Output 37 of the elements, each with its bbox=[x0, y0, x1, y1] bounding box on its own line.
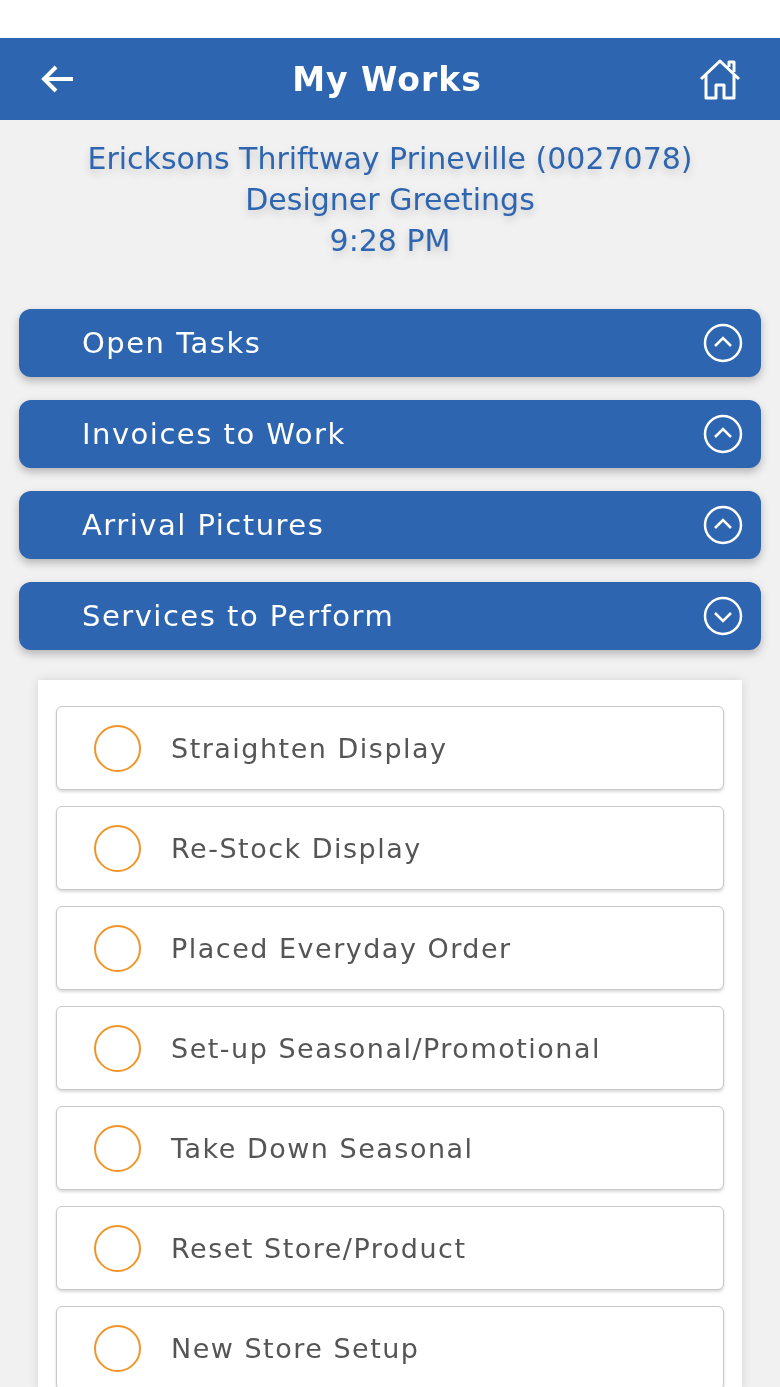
chevron-down-icon bbox=[703, 596, 743, 636]
service-label: Take Down Seasonal bbox=[171, 1132, 474, 1164]
service-item[interactable]: Re-Stock Display bbox=[56, 806, 724, 890]
section-header[interactable]: Arrival Pictures bbox=[19, 491, 761, 559]
service-label: Re-Stock Display bbox=[171, 832, 422, 864]
radio-button[interactable] bbox=[94, 924, 141, 972]
service-label: Placed Everyday Order bbox=[171, 932, 512, 964]
section-header[interactable]: Open Tasks bbox=[19, 309, 761, 377]
chevron-up-icon bbox=[703, 505, 743, 545]
service-label: New Store Setup bbox=[171, 1332, 420, 1364]
radio-button[interactable] bbox=[94, 1124, 141, 1172]
service-label: Set-up Seasonal/Promotional bbox=[171, 1032, 601, 1064]
back-arrow-icon bbox=[40, 64, 76, 94]
service-item[interactable]: Reset Store/Product bbox=[56, 1206, 724, 1290]
radio-button[interactable] bbox=[94, 1024, 141, 1072]
service-label: Reset Store/Product bbox=[171, 1232, 467, 1264]
vendor-name: Designer Greetings bbox=[245, 181, 535, 218]
chevron-up-icon bbox=[703, 323, 743, 363]
chevron-up-icon bbox=[703, 414, 743, 454]
service-item[interactable]: Straighten Display bbox=[56, 706, 724, 790]
section-header[interactable]: Invoices to Work bbox=[19, 400, 761, 468]
radio-button[interactable] bbox=[94, 1224, 141, 1272]
back-button[interactable] bbox=[40, 64, 76, 94]
store-name: Ericksons Thriftway Prineville (0027078) bbox=[87, 140, 693, 177]
home-button[interactable] bbox=[698, 58, 742, 100]
visit-time: 9:28 PM bbox=[329, 222, 451, 259]
page-title: My Works bbox=[292, 59, 482, 99]
home-icon bbox=[698, 58, 742, 100]
radio-button[interactable] bbox=[94, 1324, 141, 1372]
service-item[interactable]: Take Down Seasonal bbox=[56, 1106, 724, 1190]
radio-button[interactable] bbox=[94, 824, 141, 872]
radio-button[interactable] bbox=[94, 724, 141, 772]
service-item[interactable]: New Store Setup bbox=[56, 1306, 724, 1387]
service-item[interactable]: Placed Everyday Order bbox=[56, 906, 724, 990]
service-label: Straighten Display bbox=[171, 732, 448, 764]
service-item[interactable]: Set-up Seasonal/Promotional bbox=[56, 1006, 724, 1090]
section-header[interactable]: Services to Perform bbox=[19, 582, 761, 650]
